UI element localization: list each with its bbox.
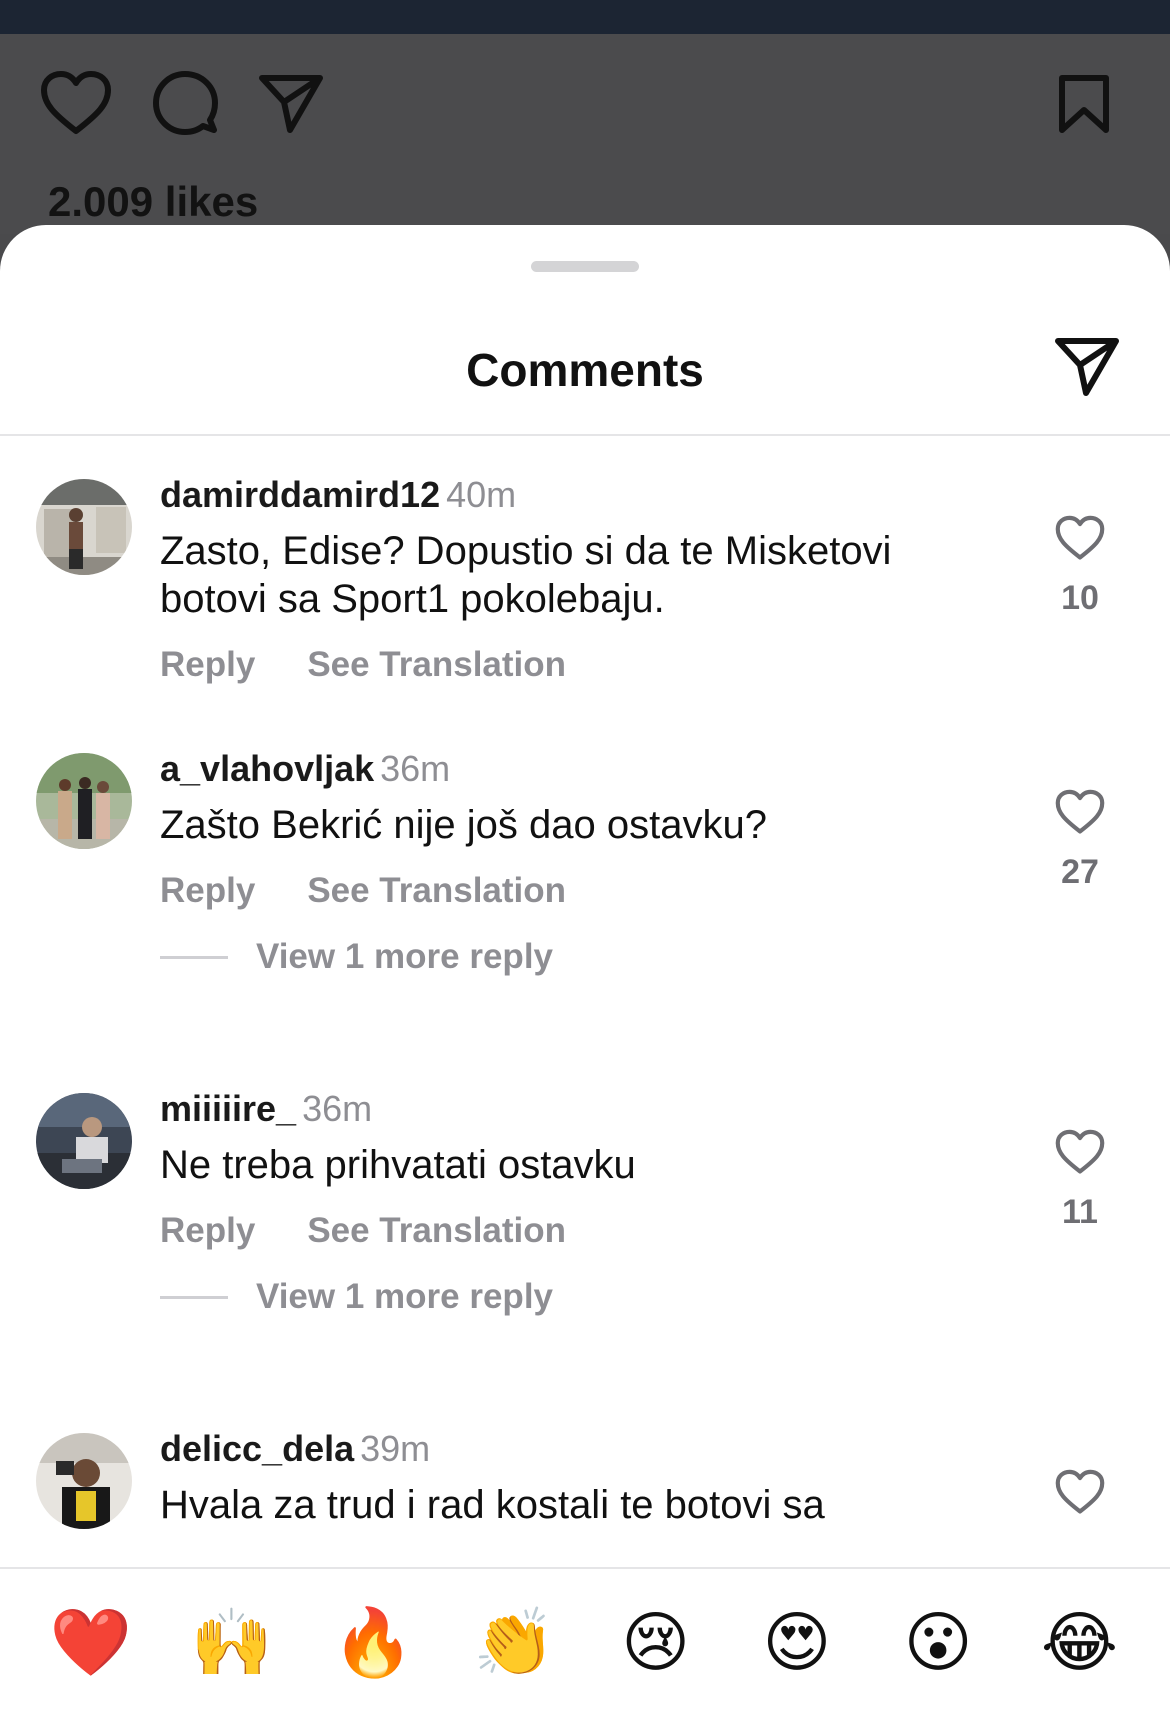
heart-icon[interactable] — [1050, 515, 1110, 561]
sheet-title: Comments — [466, 344, 704, 396]
comment-body: a_vlahovljak 36m Zašto Bekrić nije još da… — [160, 747, 970, 911]
drag-handle[interactable] — [531, 261, 639, 272]
comment-username[interactable]: miiiiire_ — [160, 1088, 296, 1129]
comments-list: damirddamird12 40m Zasto, Edise? Dopustio… — [0, 437, 1170, 1585]
post-action-bar — [40, 70, 324, 136]
see-translation-button[interactable]: See Translation — [307, 871, 566, 911]
see-translation-button[interactable]: See Translation — [307, 1211, 566, 1251]
share-icon[interactable] — [258, 72, 324, 134]
reply-button[interactable]: Reply — [160, 645, 255, 685]
comment-icon[interactable] — [152, 70, 218, 136]
avatar[interactable] — [36, 753, 132, 849]
comment-time: 36m — [380, 748, 451, 789]
comment-time: 40m — [446, 474, 517, 515]
comment-text: Zasto, Edise? Dopustio si da te Misketov… — [160, 529, 892, 621]
heart-icon[interactable] — [1050, 1129, 1110, 1175]
view-more-label[interactable]: View 1 more reply — [256, 1277, 553, 1317]
view-more-label[interactable]: View 1 more reply — [256, 937, 553, 977]
avatar[interactable] — [36, 1433, 132, 1529]
heart-emoji-button[interactable]: ❤️ — [46, 1609, 136, 1676]
like-count: 27 — [1061, 853, 1099, 891]
thread-line — [160, 955, 228, 959]
comments-sheet: Comments damirddamird12 40m Zasto, Edise… — [0, 225, 1170, 1716]
comment-text: Hvala za trud i rad kostali te botovi sa — [160, 1483, 825, 1527]
emoji-reaction-bar: ❤️ 🙌 🔥 👏 😢 😍 😮 😂 — [0, 1567, 1170, 1716]
bookmark-icon[interactable] — [1056, 74, 1112, 134]
laughing-emoji-button[interactable]: 😂 — [1034, 1609, 1124, 1676]
like-count: 10 — [1061, 579, 1099, 617]
thread-line — [160, 1295, 228, 1299]
crying-emoji-button[interactable]: 😢 — [611, 1609, 701, 1676]
see-translation-button[interactable]: See Translation — [307, 645, 566, 685]
reply-button[interactable]: Reply — [160, 871, 255, 911]
view-more-replies[interactable]: View 1 more reply — [160, 1277, 553, 1317]
comment-text: Ne treba prihvatati ostavku — [160, 1143, 636, 1187]
reply-button[interactable]: Reply — [160, 1211, 255, 1251]
comment-username[interactable]: damirddamird12 — [160, 474, 440, 515]
raised-hands-emoji-button[interactable]: 🙌 — [187, 1609, 277, 1676]
comment-body: damirddamird12 40m Zasto, Edise? Dopustio… — [160, 473, 970, 685]
likes-count[interactable]: 2.009 likes — [48, 178, 258, 226]
sheet-header: Comments — [0, 225, 1170, 436]
comment-like — [1050, 1469, 1110, 1515]
comment-time: 39m — [360, 1428, 431, 1469]
heart-eyes-emoji-button[interactable]: 😍 — [752, 1609, 842, 1676]
post-image-edge — [0, 0, 1170, 34]
comment-time: 36m — [302, 1088, 373, 1129]
comment-body: miiiiire_ 36m Ne treba prihvatati ostavku… — [160, 1087, 970, 1251]
comment-body: delicc_dela 39m Hvala za trud i rad kosta… — [160, 1427, 970, 1529]
view-more-replies[interactable]: View 1 more reply — [160, 937, 553, 977]
comment-username[interactable]: delicc_dela — [160, 1428, 354, 1469]
comment-like: 11 — [1050, 1129, 1110, 1232]
avatar[interactable] — [36, 479, 132, 575]
heart-icon[interactable] — [1050, 789, 1110, 835]
surprised-emoji-button[interactable]: 😮 — [893, 1609, 983, 1676]
like-count: 11 — [1062, 1193, 1098, 1231]
comment-text: Zašto Bekrić nije još dao ostavku? — [160, 803, 767, 847]
comment-username[interactable]: a_vlahovljak — [160, 748, 374, 789]
fire-emoji-button[interactable]: 🔥 — [328, 1609, 418, 1676]
heart-icon[interactable] — [40, 70, 112, 136]
avatar[interactable] — [36, 1093, 132, 1189]
comment-like: 27 — [1050, 789, 1110, 892]
comment-like: 10 — [1050, 515, 1110, 618]
share-icon[interactable] — [1054, 335, 1120, 402]
clapping-emoji-button[interactable]: 👏 — [469, 1609, 559, 1676]
heart-icon[interactable] — [1050, 1469, 1110, 1515]
